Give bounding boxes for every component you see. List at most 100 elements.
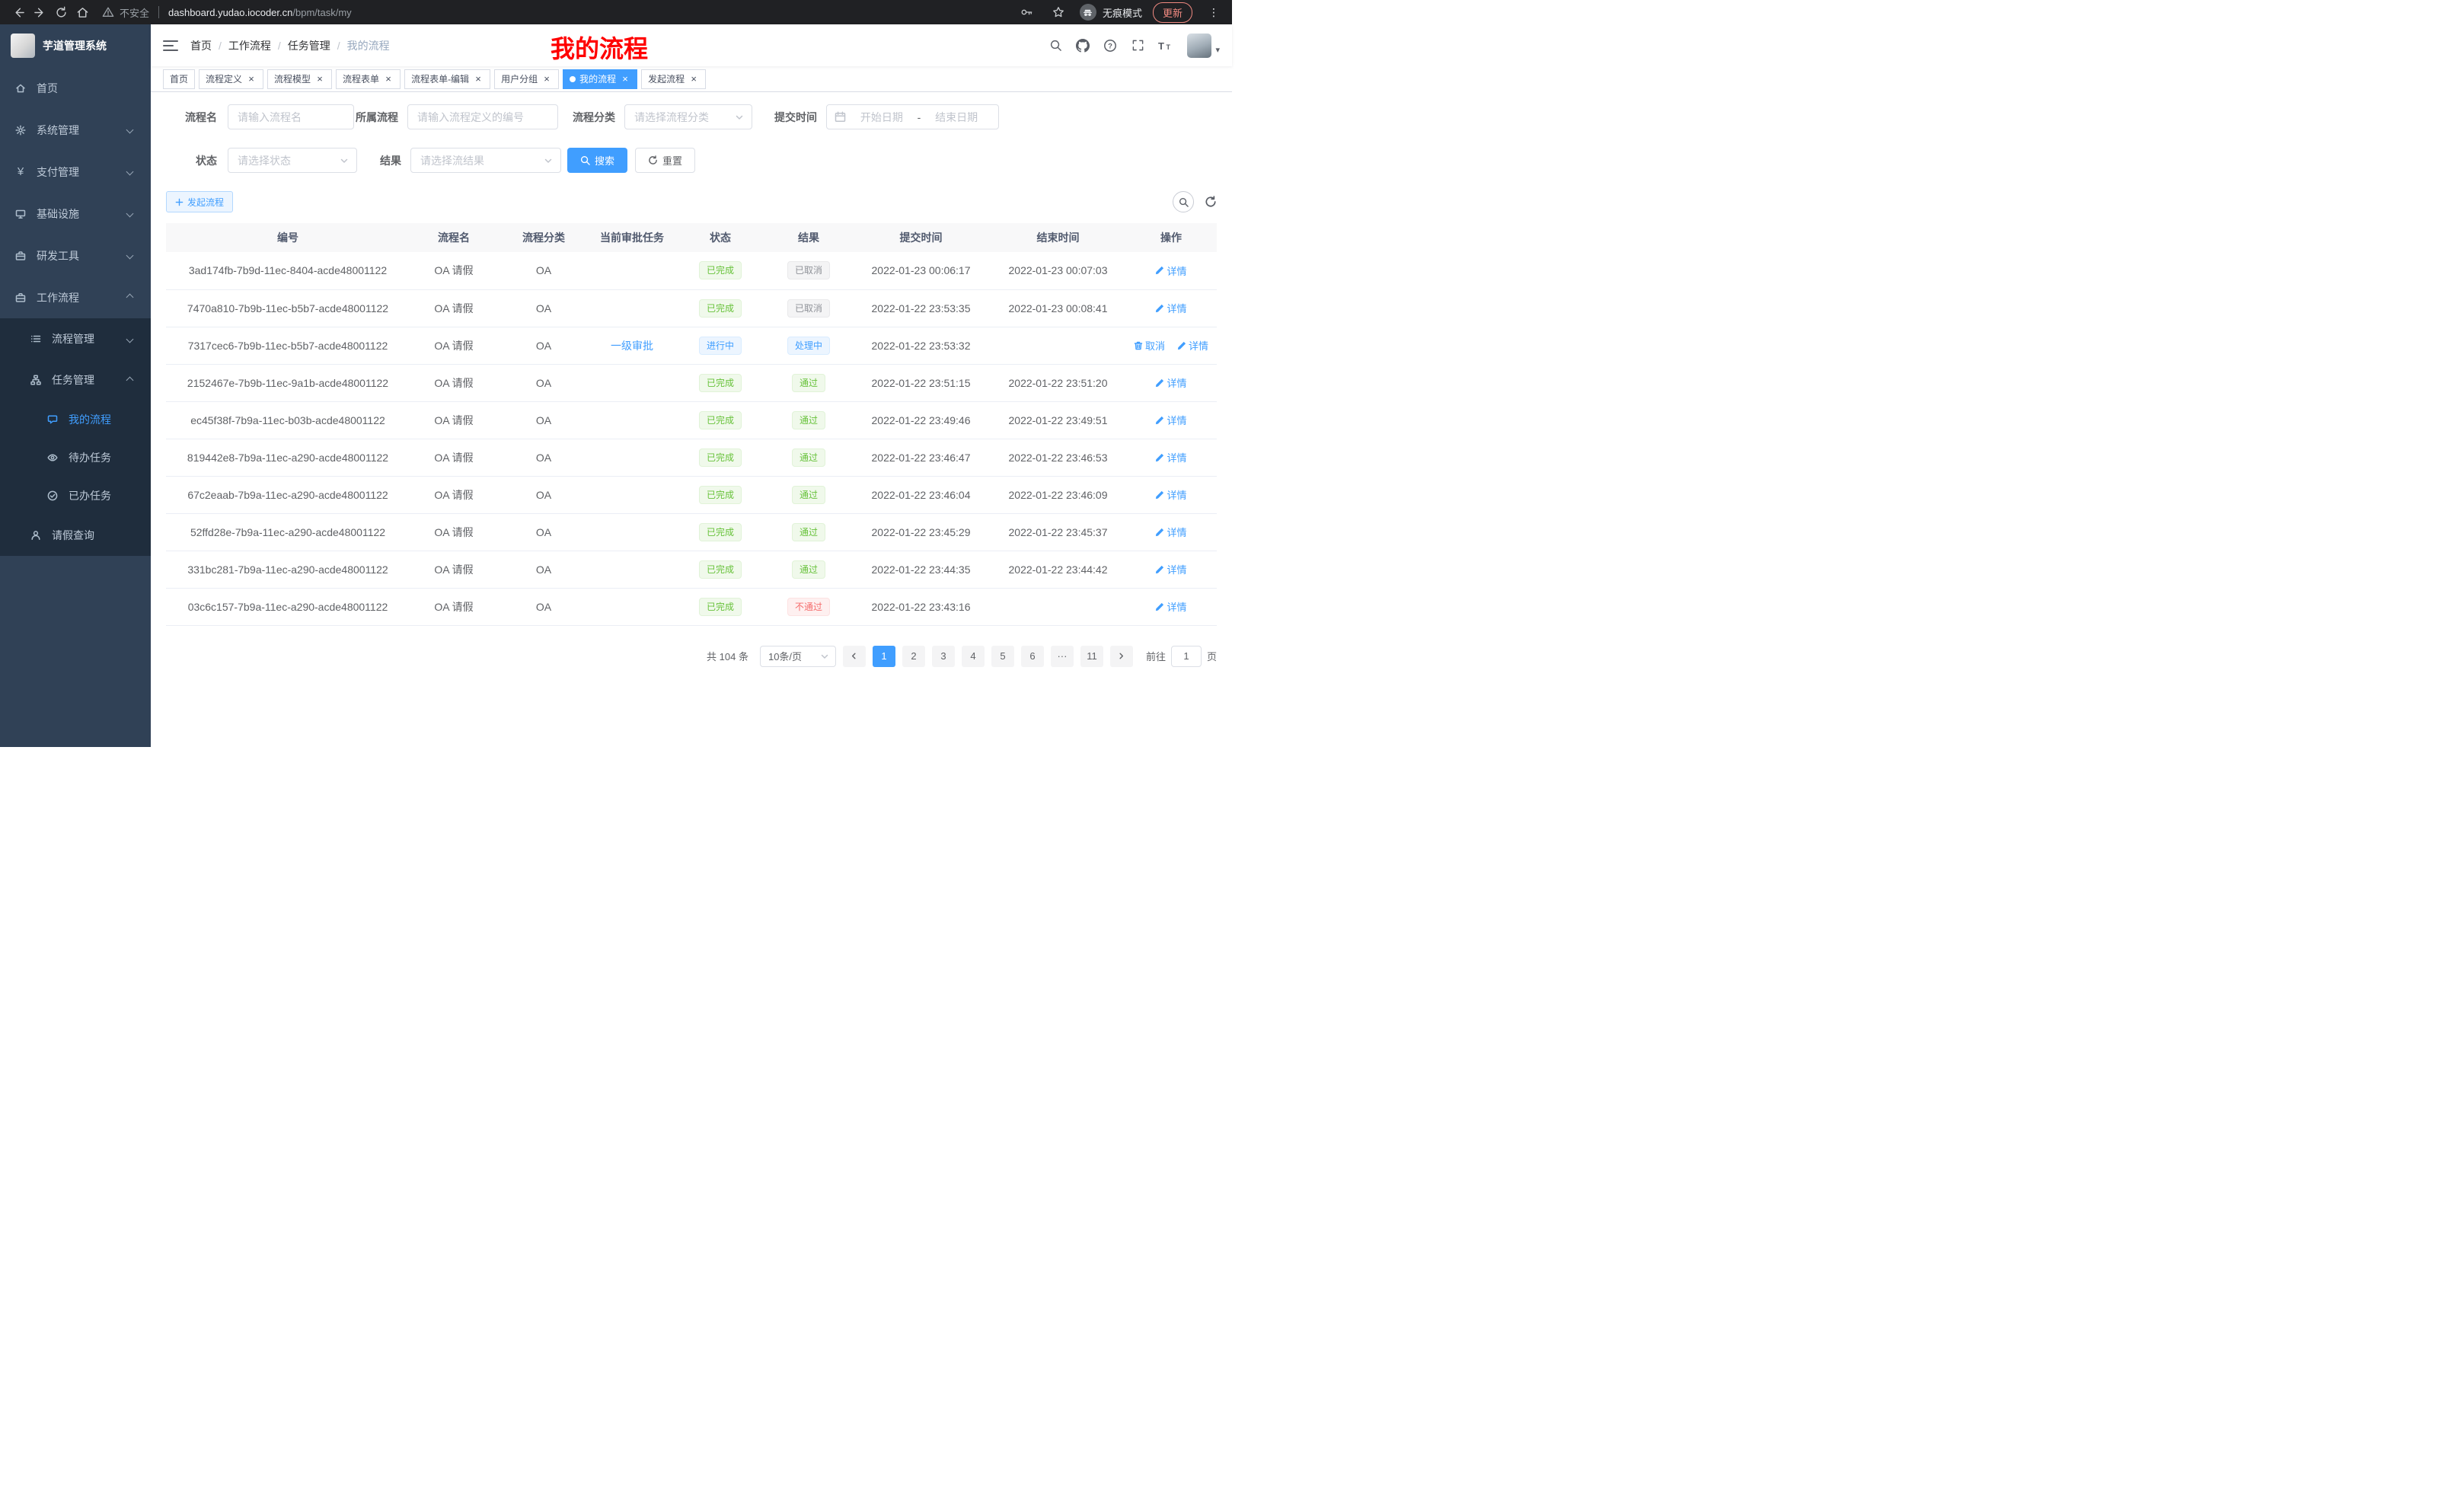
cell-current-task (589, 476, 675, 513)
breadcrumb-item[interactable]: 工作流程 (228, 38, 271, 53)
back-icon[interactable] (8, 2, 29, 23)
detail-label: 详情 (1167, 263, 1186, 278)
site-security[interactable]: 不安全 (102, 5, 149, 20)
sidebar-item-done-tasks[interactable]: 已办任务 (0, 477, 151, 515)
search-icon[interactable] (1044, 34, 1067, 57)
update-button[interactable]: 更新 (1153, 2, 1192, 23)
page-size-select[interactable]: 10条/页 (760, 646, 836, 667)
tab-process-definition[interactable]: 流程定义 × (199, 69, 263, 89)
tab-process-form[interactable]: 流程表单× (336, 69, 401, 89)
sidebar-item-my-process[interactable]: 我的流程 (0, 401, 151, 439)
page-button-6[interactable]: 6 (1021, 646, 1044, 667)
font-size-icon[interactable]: TT (1154, 34, 1176, 57)
tab-start-process[interactable]: 发起流程× (641, 69, 706, 89)
status-select[interactable]: 请选择状态 (228, 148, 357, 173)
detail-link[interactable]: 详情 (1155, 301, 1186, 315)
tab-label: 用户分组 (501, 72, 538, 85)
cell-name: OA 请假 (410, 476, 498, 513)
tab-home[interactable]: 首页 (163, 69, 195, 89)
cell-end-time: 2022-01-22 23:51:20 (991, 364, 1125, 401)
close-icon[interactable]: × (246, 74, 257, 85)
submit-time-range-picker[interactable]: 开始日期 - 结束日期 (826, 104, 999, 129)
detail-link[interactable]: 详情 (1155, 450, 1186, 464)
toggle-search-button[interactable] (1173, 191, 1194, 212)
tab-label: 流程定义 (206, 72, 242, 85)
table-header-row: 编号 流程名 流程分类 当前审批任务 状态 结果 提交时间 结束时间 操作 (166, 223, 1217, 252)
tab-process-form-edit[interactable]: 流程表单-编辑× (404, 69, 490, 89)
cell-submit-time: 2022-01-22 23:45:29 (851, 513, 991, 551)
password-key-icon[interactable] (1016, 2, 1037, 23)
refresh-table-button[interactable] (1205, 196, 1217, 208)
next-page-button[interactable] (1110, 646, 1133, 667)
breadcrumb-item-current: 我的流程 (347, 38, 390, 53)
tab-process-model[interactable]: 流程模型× (267, 69, 332, 89)
sidebar-item-todo-tasks[interactable]: 待办任务 (0, 439, 151, 477)
page-button-11[interactable]: 11 (1080, 646, 1103, 667)
sidebar-item-label: 研发工具 (37, 248, 79, 263)
sidebar-item-process-mgmt[interactable]: 流程管理 (0, 318, 151, 359)
detail-link[interactable]: 详情 (1155, 599, 1186, 614)
process-name-input[interactable] (228, 104, 354, 129)
page-title-annotation: 我的流程 (551, 30, 648, 65)
tab-my-process[interactable]: 我的流程× (563, 69, 637, 89)
search-button[interactable]: 搜索 (567, 148, 627, 173)
category-select[interactable]: 请选择流程分类 (624, 104, 752, 129)
detail-link[interactable]: 详情 (1155, 413, 1186, 427)
detail-link[interactable]: 详情 (1155, 375, 1186, 390)
sidebar-item-dev-tools[interactable]: 研发工具 (0, 235, 151, 276)
close-icon[interactable]: × (688, 74, 699, 85)
process-definition-input[interactable] (407, 104, 558, 129)
sidebar-item-system[interactable]: 系统管理 (0, 109, 151, 151)
address-bar[interactable]: dashboard.yudao.iocoder.cn/bpm/task/my (168, 7, 352, 18)
close-icon[interactable]: × (314, 74, 325, 85)
current-task-link[interactable]: 一级审批 (611, 340, 653, 352)
home-icon[interactable] (72, 2, 93, 23)
help-icon[interactable]: ? (1099, 34, 1122, 57)
close-icon[interactable]: × (383, 74, 394, 85)
sidebar-item-label: 任务管理 (52, 372, 94, 388)
user-menu[interactable]: ▾ (1187, 34, 1220, 58)
close-icon[interactable]: × (473, 74, 484, 85)
breadcrumb-item[interactable]: 首页 (190, 38, 212, 53)
breadcrumb-item[interactable]: 任务管理 (288, 38, 330, 53)
reload-icon[interactable] (50, 2, 72, 23)
page-button-1[interactable]: 1 (873, 646, 895, 667)
sidebar-item-payment[interactable]: ¥ 支付管理 (0, 151, 151, 193)
page-button-2[interactable]: 2 (902, 646, 925, 667)
github-icon[interactable] (1071, 34, 1094, 57)
sidebar-item-leave-query[interactable]: 请假查询 (0, 515, 151, 556)
sidebar-item-task-mgmt[interactable]: 任务管理 (0, 359, 151, 401)
sidebar-item-workflow[interactable]: 工作流程 (0, 276, 151, 318)
sidebar-item-home[interactable]: 首页 (0, 67, 151, 109)
page-button-5[interactable]: 5 (991, 646, 1014, 667)
start-process-button[interactable]: 发起流程 (166, 191, 233, 212)
page-button-4[interactable]: 4 (962, 646, 985, 667)
detail-link[interactable]: 详情 (1155, 562, 1186, 576)
app-logo[interactable]: 芋道管理系统 (0, 24, 151, 67)
close-icon[interactable]: × (541, 74, 552, 85)
page-button-3[interactable]: 3 (932, 646, 955, 667)
prev-page-button[interactable] (843, 646, 866, 667)
more-pages-button[interactable]: ··· (1051, 646, 1074, 667)
cancel-link[interactable]: 取消 (1134, 338, 1165, 353)
jump-page-input[interactable] (1171, 646, 1202, 667)
result-select[interactable]: 请选择流结果 (410, 148, 561, 173)
close-icon[interactable]: × (620, 74, 630, 85)
cell-category: OA (498, 252, 589, 289)
fullscreen-icon[interactable] (1126, 34, 1149, 57)
profile-chip[interactable]: 无痕模式 (1080, 4, 1142, 21)
detail-link[interactable]: 详情 (1155, 263, 1186, 278)
cell-current-task (589, 252, 675, 289)
detail-link[interactable]: 详情 (1155, 487, 1186, 502)
reset-button[interactable]: 重置 (635, 148, 695, 173)
detail-link[interactable]: 详情 (1155, 525, 1186, 539)
caret-down-icon: ▾ (1215, 44, 1220, 58)
bookmark-star-icon[interactable] (1048, 2, 1069, 23)
tab-user-group[interactable]: 用户分组× (494, 69, 559, 89)
sidebar-item-infra[interactable]: 基础设施 (0, 193, 151, 235)
browser-menu-icon[interactable]: ⋮ (1203, 2, 1224, 23)
svg-text:?: ? (1109, 42, 1113, 50)
hamburger-icon[interactable] (163, 40, 178, 52)
forward-icon[interactable] (29, 2, 50, 23)
detail-link[interactable]: 详情 (1177, 338, 1208, 353)
